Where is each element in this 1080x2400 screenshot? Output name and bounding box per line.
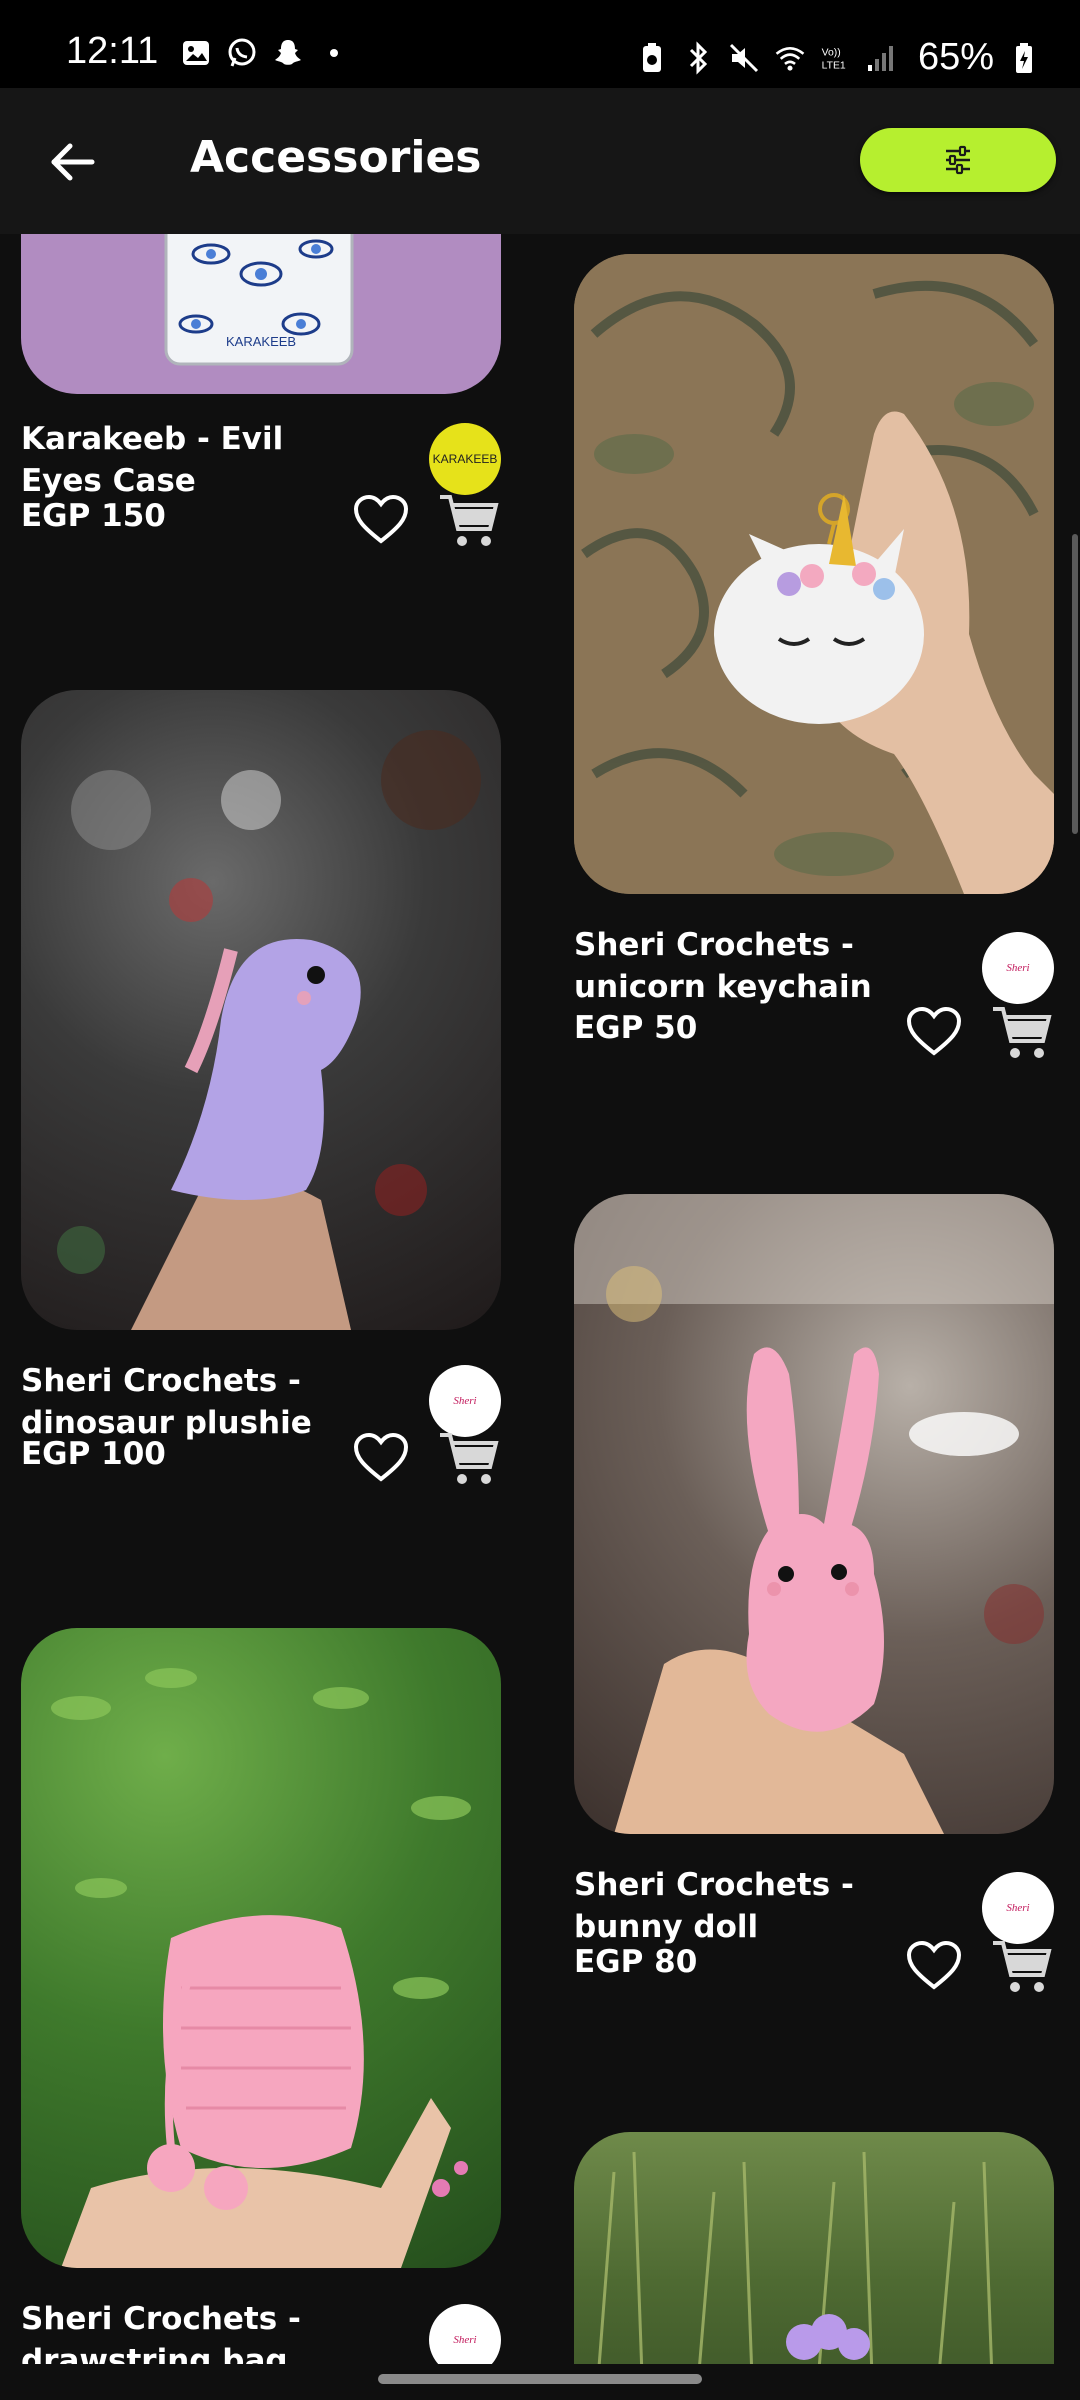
gesture-navigation-bar [0,2364,1080,2400]
battery-percent: 65% [917,36,994,78]
wifi-icon [774,43,806,73]
battery-saver-icon [636,42,668,73]
brand-logo-text: Sheri [453,2334,477,2346]
snapchat-icon [272,38,304,68]
product-grid: KARAKEEB Karakeeb - Evil Eyes Case KARAK… [0,234,1080,2364]
favorite-button[interactable] [904,1938,964,1994]
mute-icon [728,43,760,73]
status-time: 12:11 [66,30,159,72]
brand-logo[interactable]: Sheri [982,932,1054,1004]
status-notification-icons [180,38,350,68]
bluetooth-icon [682,40,714,75]
product-title: Sheri Crochets - bunny doll [574,1867,854,1945]
app-bar: Accessories [0,88,1080,234]
add-to-cart-button[interactable] [437,1430,501,1490]
product-image[interactable] [574,254,1054,894]
product-image[interactable]: KARAKEEB [21,234,501,394]
brand-logo-text: Sheri [1006,962,1030,974]
brand-logo[interactable]: Sheri [429,2304,501,2364]
sliders-icon [946,145,970,175]
brand-logo-text: Sheri [453,1395,477,1407]
heart-icon [353,1433,409,1482]
svg-text:LTE1: LTE1 [822,60,846,71]
scrollbar[interactable] [1072,534,1078,834]
svg-text:Vo)): Vo)) [822,47,841,58]
heart-icon [906,1007,962,1056]
heart-icon [353,495,409,544]
signal-icon [866,43,898,73]
favorite-button[interactable] [904,1004,964,1060]
product-image[interactable] [21,690,501,1330]
page-title: Accessories [190,132,482,183]
filter-button[interactable] [860,128,1056,192]
product-price: EGP 80 [574,1944,698,1980]
brand-logo[interactable]: KARAKEEB [429,423,501,495]
product-card[interactable]: KARAKEEB Karakeeb - Evil Eyes Case KARAK… [21,234,501,674]
product-card[interactable]: Sheri Crochets - unicorn keychain Sheri … [574,254,1054,1114]
volte-icon: Vo)) LTE1 [820,43,852,73]
gallery-icon [180,38,212,68]
product-card[interactable]: Sheri Crochets - bunny doll Sheri EGP 80 [574,1194,1054,2054]
product-title: Sheri Crochets - dinosaur plushie [21,1363,312,1441]
battery-icon [1008,42,1040,73]
cart-icon [993,1007,1052,1058]
status-bar: 12:11 Vo)) LTE1 65% [0,0,1080,88]
home-handle[interactable] [378,2374,702,2384]
product-card[interactable]: Sheri Crochets - dinosaur plushie Sheri … [21,690,501,1550]
product-price: EGP 150 [21,498,166,534]
product-price: EGP 100 [21,1436,166,1472]
product-title: Sheri Crochets - drawstring bag [21,2301,301,2364]
cart-icon [440,1433,499,1484]
product-card[interactable]: Sheri Crochets - drawstring bag Sheri [21,1628,501,2364]
product-price: EGP 50 [574,1010,698,1046]
svg-text:KARAKEEB: KARAKEEB [226,334,296,349]
whatsapp-icon [226,38,258,68]
heart-icon [906,1941,962,1990]
favorite-button[interactable] [351,1430,411,1486]
brand-logo[interactable]: Sheri [429,1365,501,1437]
dot-icon [318,38,350,68]
product-title: Karakeeb - Evil Eyes Case [21,421,284,499]
brand-logo-text: Sheri [1006,1902,1030,1914]
product-image[interactable] [21,1628,501,2268]
status-system-icons: Vo)) LTE1 65% [636,36,1040,79]
add-to-cart-button[interactable] [990,1004,1054,1064]
add-to-cart-button[interactable] [437,492,501,552]
brand-logo-text: KARAKEEB [432,452,498,466]
back-button[interactable] [40,130,104,194]
favorite-button[interactable] [351,492,411,548]
product-image[interactable] [574,2132,1054,2364]
product-card[interactable] [574,2132,1054,2364]
add-to-cart-button[interactable] [990,1938,1054,1998]
cart-icon [440,495,499,546]
brand-logo[interactable]: Sheri [982,1872,1054,1944]
cart-icon [993,1941,1052,1992]
product-title: Sheri Crochets - unicorn keychain [574,927,872,1005]
product-image[interactable] [574,1194,1054,1834]
arrow-left-icon [51,143,95,181]
